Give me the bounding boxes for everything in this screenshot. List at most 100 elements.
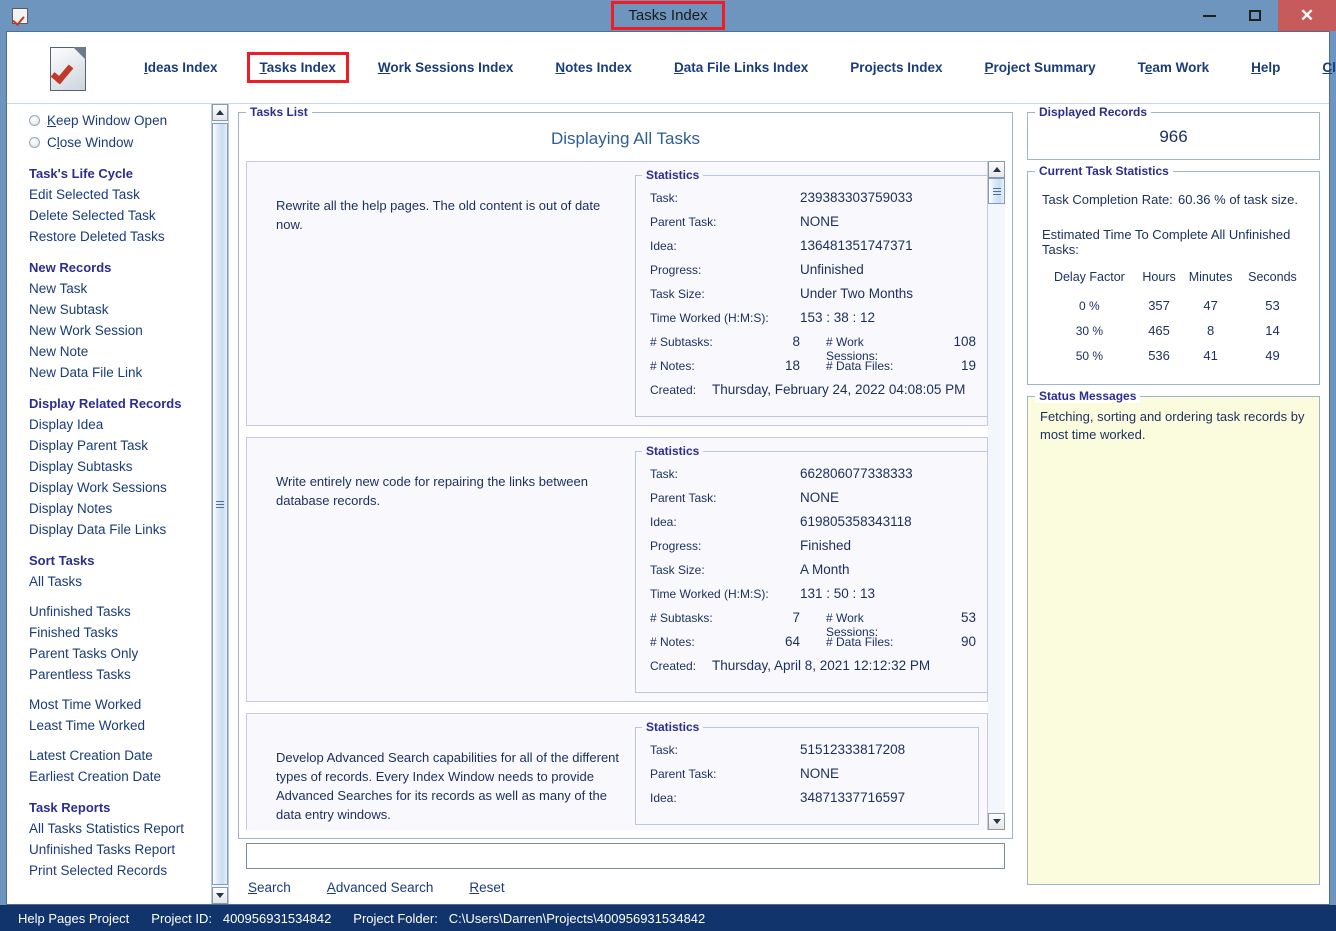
sidebar-item-new-work-session[interactable]: New Work Session — [29, 320, 211, 341]
search-area — [238, 839, 1013, 871]
sidebar-item-parent-tasks-only[interactable]: Parent Tasks Only — [29, 643, 211, 664]
sidebar-item-new-data-file-link[interactable]: New Data File Link — [29, 362, 211, 383]
idea-id-row: Idea: 619805358343118 — [650, 514, 976, 538]
sidebar-scroll-thumb[interactable] — [212, 123, 228, 885]
parent-task-label: Parent Task: — [650, 215, 717, 229]
task-id-label: Task: — [650, 743, 679, 757]
nav-item-data-file-links-index[interactable]: Data File Links Index — [671, 56, 811, 79]
title-center: Tasks Index — [0, 0, 1336, 31]
notes-data-files-row: # Notes: 18 # Data Files: 19 — [650, 358, 976, 382]
estimate-cell: 536 — [1148, 348, 1170, 363]
sidebar-item-all-tasks[interactable]: All Tasks — [29, 571, 211, 592]
sidebar-item-finished-tasks[interactable]: Finished Tasks — [29, 622, 211, 643]
sidebar-item-earliest-creation-date[interactable]: Earliest Creation Date — [29, 766, 211, 787]
nav-item-work-sessions-index[interactable]: Work Sessions Index — [375, 56, 517, 79]
work-sessions-value: 53 — [960, 610, 976, 625]
sidebar-item-new-note[interactable]: New Note — [29, 341, 211, 362]
tasks-list-scrollbar[interactable] — [988, 161, 1005, 830]
sidebar-item-unfinished-tasks-report[interactable]: Unfinished Tasks Report — [29, 839, 211, 860]
sidebar-item-new-task[interactable]: New Task — [29, 278, 211, 299]
close-button[interactable]: ✕ — [1278, 0, 1336, 31]
right-panel: Displayed Records 966 Current Task Stati… — [1021, 104, 1329, 904]
tasks-scroll-down-button[interactable] — [988, 813, 1005, 830]
sidebar-item-display-data-file-links[interactable]: Display Data File Links — [29, 519, 211, 540]
sidebar-scroll-down-button[interactable] — [212, 887, 228, 904]
nav-item-projects-index[interactable]: Projects Index — [847, 56, 945, 79]
statusbar-project-folder-label: Project Folder: — [353, 910, 438, 926]
nav-item-label: Tasks Index — [259, 60, 336, 75]
task-statistics: Statistics Task: 662806077338333 Parent Tas… — [635, 444, 988, 693]
idea-id-row: Idea: 34871337716597 — [650, 790, 964, 814]
radio-label: Close Window — [47, 135, 134, 150]
tasks-scroll-up-button[interactable] — [988, 161, 1005, 178]
reset-button[interactable]: Reset — [469, 880, 504, 895]
nav-item-team-work[interactable]: Team Work — [1135, 56, 1213, 79]
search-button[interactable]: Search — [248, 880, 291, 895]
sidebar-item-display-work-sessions[interactable]: Display Work Sessions — [29, 477, 211, 498]
nav-item-notes-index[interactable]: Notes Index — [552, 56, 635, 79]
task-id-value: 239383303759033 — [800, 190, 913, 205]
time-worked-value: 131 : 50 : 13 — [800, 586, 876, 601]
idea-id-label: Idea: — [650, 791, 677, 805]
task-id-row: Task: 662806077338333 — [650, 466, 976, 490]
sidebar-item-edit-selected-task[interactable]: Edit Selected Task — [29, 184, 211, 205]
subtasks-work-sessions-row: # Subtasks: 8 # Work Sessions: 108 — [650, 334, 976, 363]
sidebar-item-print-selected-records[interactable]: Print Selected Records — [29, 860, 211, 881]
task-card[interactable]: Develop Advanced Search capabilities for… — [246, 713, 988, 830]
sidebar-item-display-idea[interactable]: Display Idea — [29, 414, 211, 435]
nav-item-project-summary[interactable]: Project Summary — [982, 56, 1099, 79]
nav-item-tasks-index[interactable]: Tasks Index — [246, 52, 349, 83]
radio-close-window[interactable]: Close Window — [29, 132, 211, 153]
statusbar-project-id-value: 400956931534842 — [222, 910, 332, 926]
sidebar-item-restore-deleted-tasks[interactable]: Restore Deleted Tasks — [29, 226, 211, 247]
tasks-list-panel: Tasks List Displaying All Tasks Rewrite … — [238, 105, 1013, 839]
body-row: Keep Window Open Close Window Task's Life … — [7, 104, 1329, 904]
tasks-scroll-track[interactable] — [988, 178, 1005, 813]
tasks-scroll-thumb[interactable] — [988, 178, 1005, 204]
advanced-search-button[interactable]: Advanced Search — [327, 880, 434, 895]
sidebar-item-display-notes[interactable]: Display Notes — [29, 498, 211, 519]
nav-item-label: Team Work — [1137, 60, 1210, 75]
search-input[interactable] — [246, 843, 1005, 869]
sidebar-item-display-parent-task[interactable]: Display Parent Task — [29, 435, 211, 456]
sidebar-item-parentless-tasks[interactable]: Parentless Tasks — [29, 664, 211, 685]
nav-links: Ideas Index Tasks Index Work Sessions Inde… — [123, 52, 1336, 83]
page-fold — [73, 46, 86, 60]
center-pane: Tasks List Displaying All Tasks Rewrite … — [229, 104, 1021, 904]
grip-icon — [992, 186, 1001, 197]
task-card[interactable]: Rewrite all the help pages. The old cont… — [246, 161, 988, 426]
statusbar-project-folder-value: C:\Users\Darren\Projects\400956931534842 — [448, 910, 706, 926]
sidebar: Keep Window Open Close Window Task's Life … — [7, 104, 229, 904]
work-sessions-value: 108 — [953, 334, 976, 349]
task-description: Write entirely new code for repairing th… — [276, 474, 588, 508]
estimate-cell: 53 — [1265, 298, 1280, 313]
task-card[interactable]: Write entirely new code for repairing th… — [246, 437, 988, 702]
sidebar-item-delete-selected-task[interactable]: Delete Selected Task — [29, 205, 211, 226]
subtasks-value: 7 — [792, 610, 800, 625]
sidebar-item-all-tasks-statistics-report[interactable]: All Tasks Statistics Report — [29, 818, 211, 839]
sidebar-item-unfinished-tasks[interactable]: Unfinished Tasks — [29, 601, 211, 622]
sidebar-item-least-time-worked[interactable]: Least Time Worked — [29, 715, 211, 736]
sidebar-item-display-subtasks[interactable]: Display Subtasks — [29, 456, 211, 477]
minimize-button[interactable] — [1186, 0, 1232, 31]
progress-row: Progress: Unfinished — [650, 262, 976, 286]
task-statistics-legend: Statistics — [642, 444, 704, 458]
task-size-value: Under Two Months — [800, 286, 914, 301]
nav-item-help[interactable]: Help — [1248, 56, 1283, 79]
sidebar-scrollbar[interactable] — [211, 104, 228, 904]
radio-keep-window-open[interactable]: Keep Window Open — [29, 110, 211, 131]
estimate-cell: 49 — [1265, 348, 1280, 363]
current-task-statistics-legend: Current Task Statistics — [1035, 164, 1173, 178]
nav-item-ideas-index[interactable]: Ideas Index — [141, 56, 221, 79]
maximize-button[interactable] — [1232, 0, 1278, 31]
sidebar-scroll-track[interactable] — [212, 121, 228, 887]
time-worked-value: 153 : 38 : 12 — [800, 310, 876, 325]
sidebar-item-most-time-worked[interactable]: Most Time Worked — [29, 694, 211, 715]
sidebar-scroll-up-button[interactable] — [212, 104, 228, 121]
nav-item-close-program[interactable]: Close Program — [1319, 56, 1336, 79]
task-size-value: A Month — [800, 562, 850, 577]
task-id-row: Task: 51512333817208 — [650, 742, 964, 766]
sidebar-item-new-subtask[interactable]: New Subtask — [29, 299, 211, 320]
sidebar-item-latest-creation-date[interactable]: Latest Creation Date — [29, 745, 211, 766]
notes-label: # Notes: — [650, 359, 695, 373]
